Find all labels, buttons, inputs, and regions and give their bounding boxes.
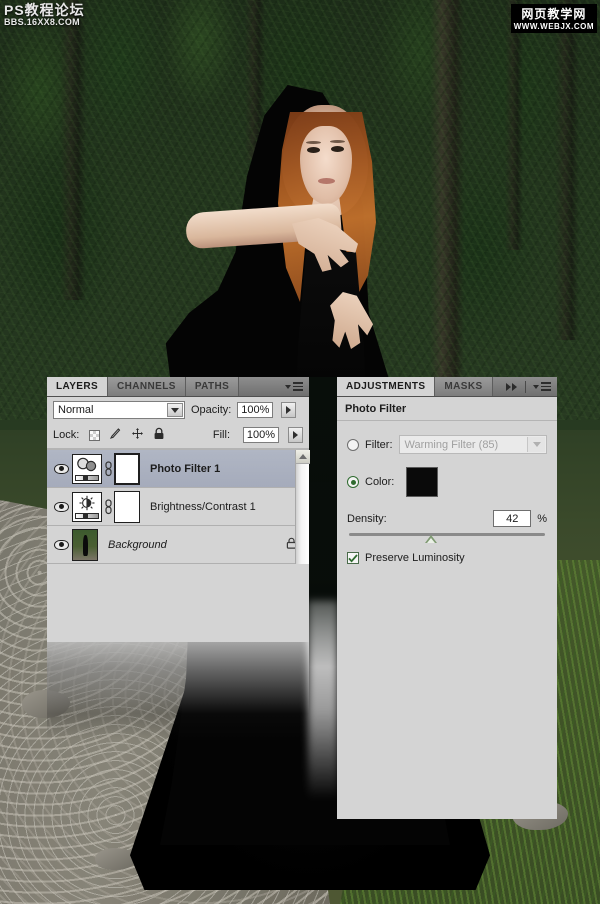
blend-mode-value: Normal [58,404,94,416]
watermark-top-right: 网页教学网 WWW.WEBJX.COM [510,4,597,33]
layers-scrollbar[interactable] [295,450,310,564]
color-label: Color: [365,476,395,488]
lock-image-pixels-icon[interactable] [109,427,122,443]
eyebrow [306,141,321,144]
density-row: Density: 42 % [347,510,547,527]
thumb-slider [75,512,99,519]
tabbar-filler [493,377,502,396]
watermark-site-url: WWW.WEBJX.COM [513,22,594,31]
layers-panel-menu-button[interactable] [281,377,309,396]
layer-thumbnail[interactable] [72,528,98,561]
density-slider-handle[interactable] [425,535,438,543]
table-row[interactable]: Background [47,526,309,564]
lock-row: Lock: Fill: 100% [47,423,309,449]
link-layers-icon[interactable] [102,460,114,477]
eye-icon [53,501,69,512]
blend-mode-select[interactable]: Normal [53,401,185,419]
fill-stepper[interactable] [288,427,303,443]
tab-channels[interactable]: CHANNELS [108,377,186,396]
lock-icon-group [89,427,165,443]
watermark-top-left: PS教程论坛 BBS.16XX8.COM [4,3,85,27]
layer-name: Background [108,538,167,551]
scroll-up-icon[interactable] [296,450,310,464]
layer-list: Photo Filter 1 Brightness/Contrast 1 Bac… [47,449,310,564]
density-input[interactable]: 42 [493,510,532,527]
preserve-luminosity-checkbox[interactable] [347,552,359,564]
preserve-luminosity-row[interactable]: Preserve Luminosity [347,552,547,564]
photo-filter-icon[interactable] [72,453,102,484]
filter-select[interactable]: Warming Filter (85) [398,435,547,454]
chevron-down-icon[interactable] [527,437,545,452]
thumb-slider [75,474,99,481]
tab-adjustments[interactable]: ADJUSTMENTS [337,377,436,396]
link-layers-icon[interactable] [102,498,114,515]
lock-transparent-pixels-icon[interactable] [89,429,101,441]
tab-masks[interactable]: MASKS [435,377,493,396]
tab-layers[interactable]: LAYERS [47,377,109,396]
layer-mask-thumbnail[interactable] [114,490,140,523]
density-unit: % [537,512,547,525]
fill-label: Fill: [212,429,230,441]
tabbar-filler [239,377,281,396]
color-row: Color: [347,467,547,497]
fill-input[interactable]: 100% [243,427,279,443]
eyebrow [330,140,345,143]
eye-icon [53,539,69,550]
watermark-site-name: 网页教学网 [521,7,587,21]
density-slider[interactable] [349,533,545,543]
adjustments-panel-tabbar: ADJUSTMENTS MASKS [337,377,557,397]
color-swatch[interactable] [406,467,439,497]
layers-panel-tabbar: LAYERS CHANNELS PATHS [47,377,309,397]
panel-menu-icon[interactable] [533,382,551,391]
adjustments-empty-area [337,564,557,819]
divider [525,380,526,393]
lock-all-icon[interactable] [153,427,165,443]
table-row[interactable]: Photo Filter 1 [47,450,309,488]
chevron-down-icon[interactable] [167,403,183,417]
eye [331,146,344,152]
lock-position-icon[interactable] [131,427,144,443]
photo-filter-controls: Filter: Warming Filter (85) Color: Densi… [337,421,557,564]
filter-value: Warming Filter (85) [404,438,499,451]
blend-mode-row: Normal Opacity: 100% [47,397,309,423]
panel-menu-icon [285,382,303,391]
preserve-luminosity-label: Preserve Luminosity [365,552,465,564]
tab-paths[interactable]: PATHS [185,377,240,396]
watermark-site-url: BBS.16XX8.COM [4,16,80,27]
page-title: Photo Filter [345,403,407,415]
opacity-label: Opacity: [191,404,232,416]
adjustments-panel-header-controls [502,377,557,396]
layer-visibility-toggle[interactable] [50,539,72,550]
collapse-to-icons-icon[interactable] [506,382,517,391]
layer-name: Photo Filter 1 [150,462,221,475]
opacity-stepper[interactable] [281,402,297,418]
brightness-contrast-icon[interactable] [72,491,102,522]
opacity-input[interactable]: 100% [237,402,274,418]
density-label: Density: [347,512,387,525]
table-row[interactable]: Brightness/Contrast 1 [47,488,309,526]
lips [318,178,335,184]
lock-label: Lock: [53,429,80,441]
panel-gap-shadow [309,377,337,667]
layer-name: Brightness/Contrast 1 [150,500,256,513]
layer-mask-thumbnail[interactable] [114,452,140,485]
color-radio[interactable] [347,476,359,488]
eye [307,147,320,153]
layer-visibility-toggle[interactable] [50,501,72,512]
filter-radio[interactable] [347,438,359,451]
filter-row: Filter: Warming Filter (85) [347,435,547,454]
watermark-site-name: PS教程论坛 [4,2,85,18]
layers-panel: LAYERS CHANNELS PATHS Normal Opacity: 10… [47,377,310,642]
eye-icon [53,463,69,474]
filter-label: Filter: [365,438,393,451]
adjustments-panel: ADJUSTMENTS MASKS Photo Filter Filter: W… [337,377,557,819]
layer-visibility-toggle[interactable] [50,463,72,474]
